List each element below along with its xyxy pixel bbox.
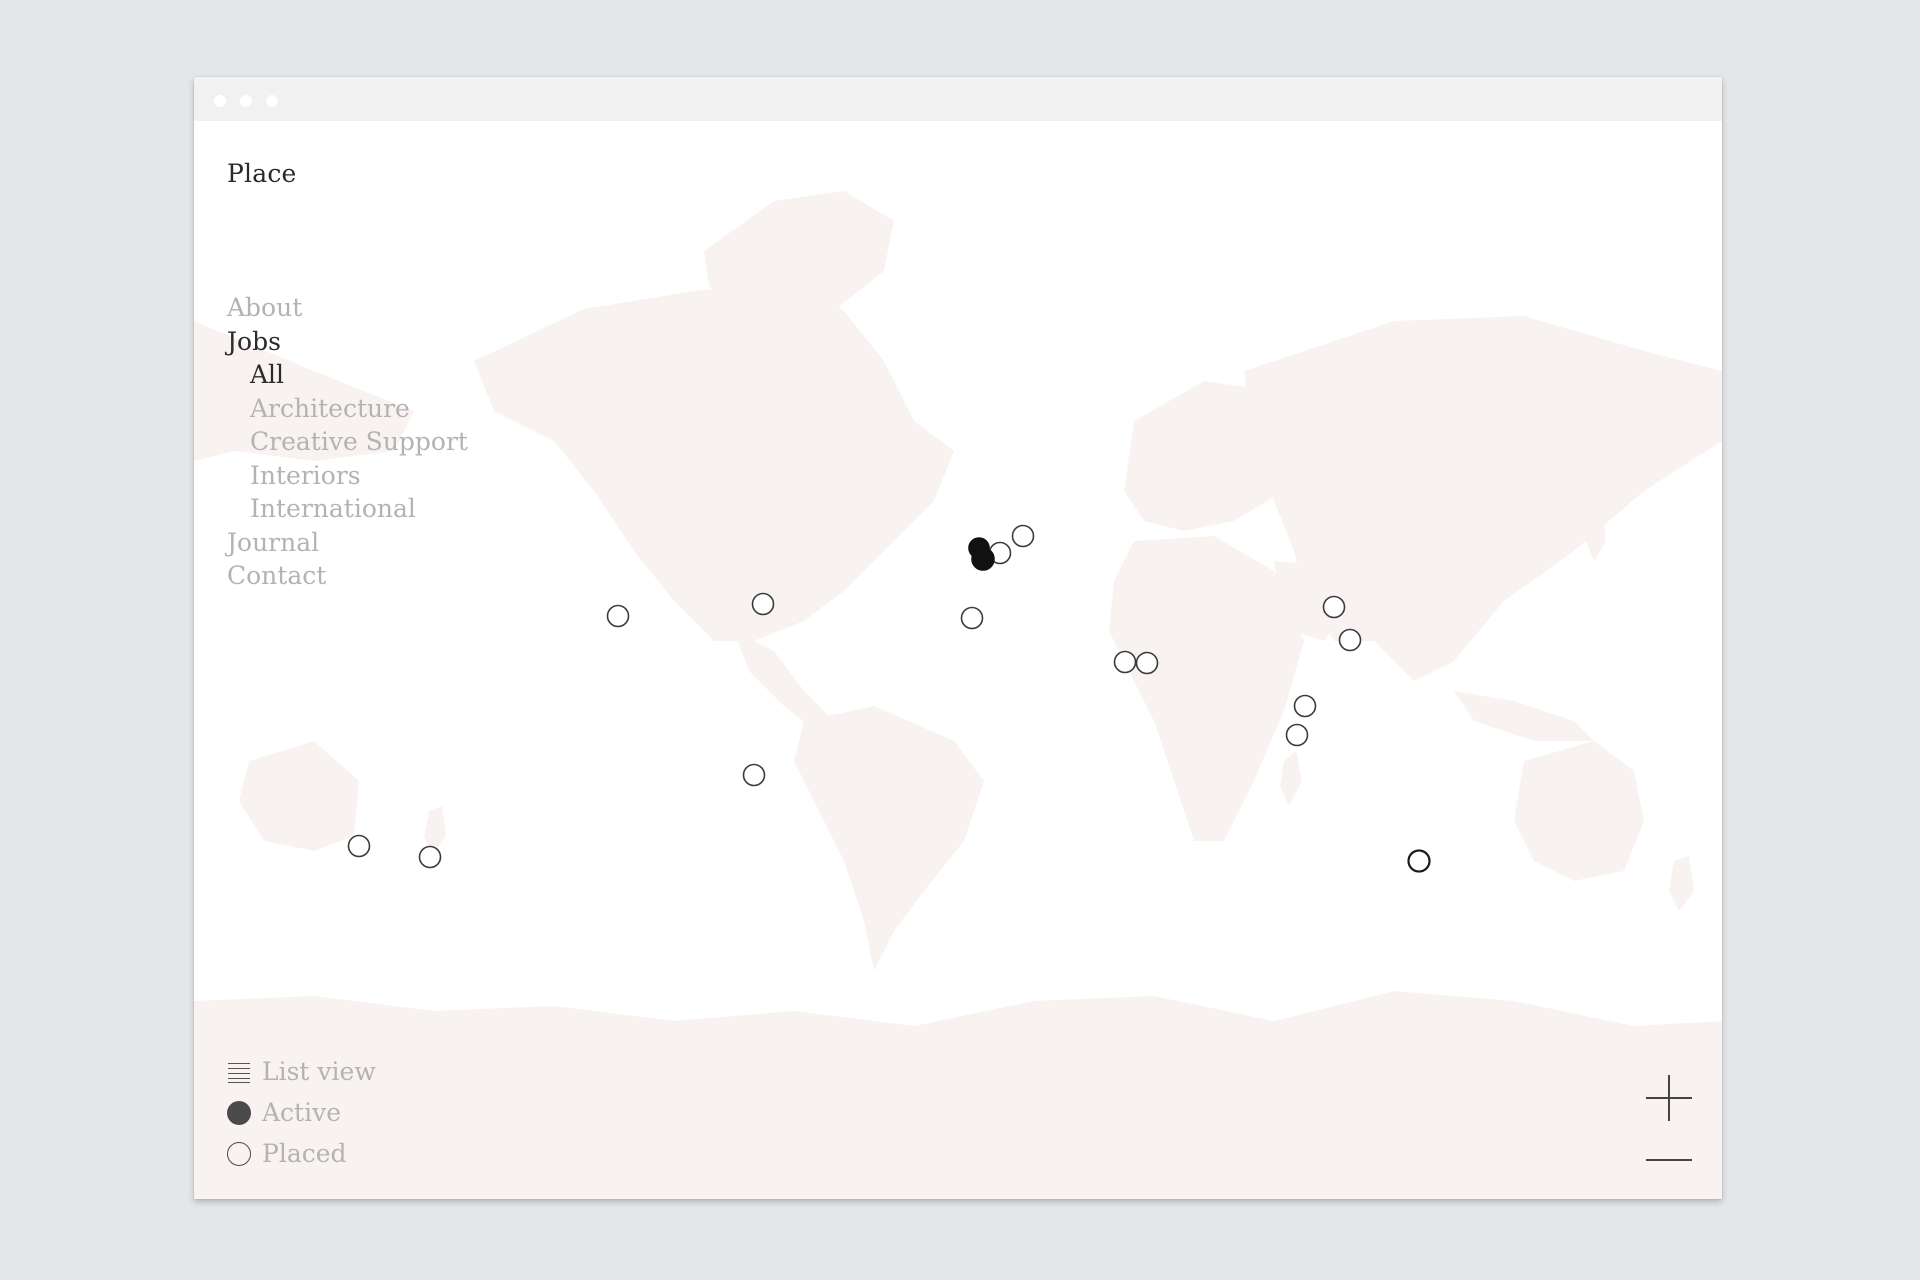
job-marker-hong-kong[interactable] (1338, 628, 1362, 652)
legend-active-label: Active (262, 1098, 342, 1127)
list-view-label: List view (262, 1057, 376, 1086)
job-marker-sydney[interactable] (1407, 849, 1431, 873)
main-nav: About Jobs All Architecture Creative Sup… (227, 291, 468, 593)
job-marker-auckland-wrapped[interactable] (418, 845, 442, 869)
job-marker-perth-wrapped[interactable] (347, 834, 371, 858)
job-marker-dubai[interactable] (1113, 650, 1137, 674)
filled-circle-icon (227, 1100, 251, 1125)
browser-window: Place About Jobs All Architecture Creati… (194, 77, 1722, 1199)
legend-placed: Placed (227, 1133, 376, 1174)
map-land-africa (1109, 536, 1304, 841)
window-titlebar (194, 77, 1722, 121)
nav-item-international[interactable]: International (250, 492, 468, 526)
map-land-antarctica (194, 991, 1722, 1199)
job-marker-lima[interactable] (742, 763, 766, 787)
outline-circle-icon (227, 1141, 251, 1166)
job-marker-shanghai[interactable] (1322, 595, 1346, 619)
list-view-toggle[interactable]: List view (227, 1051, 376, 1092)
zoom-in-button[interactable] (1646, 1075, 1692, 1121)
jobs-subnav: All Architecture Creative Support Interi… (227, 358, 468, 526)
nav-item-jobs[interactable]: Jobs (227, 325, 468, 359)
map-land-australia (1514, 741, 1644, 881)
map-land-australia-wrapped (239, 741, 359, 851)
job-marker-london-active[interactable] (971, 547, 995, 571)
job-marker-singapore[interactable] (1285, 723, 1309, 747)
nav-item-about[interactable]: About (227, 291, 468, 325)
minus-icon (1646, 1159, 1692, 1161)
nav-item-architecture[interactable]: Architecture (250, 392, 468, 426)
window-maximize-dot[interactable] (266, 95, 278, 107)
legend-placed-label: Placed (262, 1139, 347, 1168)
window-close-dot[interactable] (214, 95, 226, 107)
job-marker-kuala-lumpur[interactable] (1293, 694, 1317, 718)
job-marker-new-york[interactable] (751, 592, 775, 616)
map-legend: List view Active Placed (227, 1051, 376, 1174)
legend-active: Active (227, 1092, 376, 1133)
map-land-madagascar (1280, 751, 1302, 806)
map-land-north-america (474, 281, 954, 641)
plus-icon-vertical (1668, 1075, 1670, 1121)
window-minimize-dot[interactable] (240, 95, 252, 107)
job-marker-abu-dhabi[interactable] (1135, 651, 1159, 675)
list-icon (227, 1060, 251, 1084)
map-land-central-america (734, 631, 834, 733)
brand-logo[interactable]: Place (227, 159, 297, 188)
world-map[interactable] (194, 121, 1722, 1199)
map-land-south-america (794, 706, 984, 971)
job-marker-vancouver[interactable] (606, 604, 630, 628)
page-content: Place About Jobs All Architecture Creati… (194, 121, 1722, 1199)
nav-item-journal[interactable]: Journal (227, 526, 468, 560)
map-land-new-zealand (1669, 856, 1694, 911)
nav-item-creative-support[interactable]: Creative Support (250, 425, 468, 459)
nav-item-all[interactable]: All (250, 358, 468, 392)
job-marker-madrid[interactable] (960, 606, 984, 630)
nav-item-interiors[interactable]: Interiors (250, 459, 468, 493)
job-marker-copenhagen[interactable] (1011, 524, 1035, 548)
map-land-indonesia (1454, 691, 1594, 741)
nav-item-contact[interactable]: Contact (227, 559, 468, 593)
zoom-out-button[interactable] (1646, 1149, 1692, 1171)
